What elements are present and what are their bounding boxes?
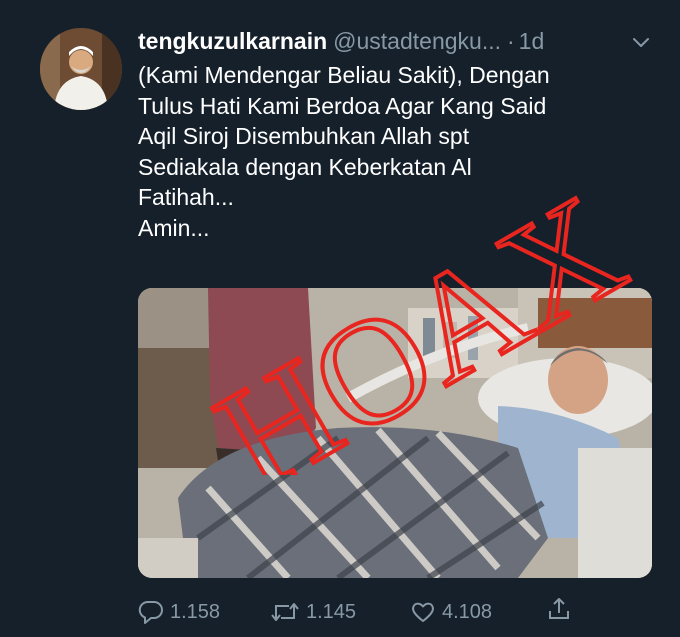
- tweet-time[interactable]: 1d: [519, 28, 545, 54]
- tweet-card[interactable]: tengkuzulkarnain @ustadtengku... · 1d (Kami…: [0, 0, 680, 637]
- author-handle[interactable]: @ustadtengku...: [333, 28, 501, 54]
- like-count: 4.108: [442, 601, 493, 623]
- tweet-text-line: Fatihah...: [138, 184, 234, 210]
- reply-icon: [138, 600, 163, 624]
- avatar-image: [40, 28, 122, 110]
- tweet-text-line: Aqil Siroj Disembuhkan Allah spt: [138, 123, 470, 149]
- author-name[interactable]: tengkuzulkarnain: [138, 28, 327, 54]
- tweet-header: tengkuzulkarnain @ustadtengku... · 1d: [138, 26, 658, 56]
- tweet-text: (Kami Mendengar Beliau Sakit), Dengan Tu…: [138, 60, 658, 243]
- tweet-text-line: (Kami Mendengar Beliau Sakit), Dengan: [138, 62, 550, 88]
- author-avatar[interactable]: [40, 28, 122, 110]
- reply-button[interactable]: 1.158: [138, 596, 220, 628]
- retweet-button[interactable]: 1.145: [270, 596, 356, 628]
- share-icon: [549, 598, 569, 619]
- tweet-text-line: Sediakala dengan Keberkatan Al: [138, 153, 472, 180]
- tweet-text-line: Tulus Hati Kami Berdoa Agar Kang Said: [138, 92, 547, 119]
- hospital-photo: [138, 288, 652, 578]
- tweet-actions: 1.158 1.145 4.108: [138, 596, 658, 628]
- retweet-icon: [271, 603, 299, 621]
- tweet-text-line: Amin...: [138, 214, 210, 241]
- share-button[interactable]: [546, 596, 572, 622]
- reply-count: 1.158: [170, 601, 221, 623]
- separator-dot: ·: [507, 28, 515, 54]
- like-icon: [412, 602, 434, 622]
- like-button[interactable]: 4.108: [410, 596, 492, 628]
- retweet-count: 1.145: [306, 601, 357, 623]
- tweet-photo[interactable]: [138, 288, 652, 578]
